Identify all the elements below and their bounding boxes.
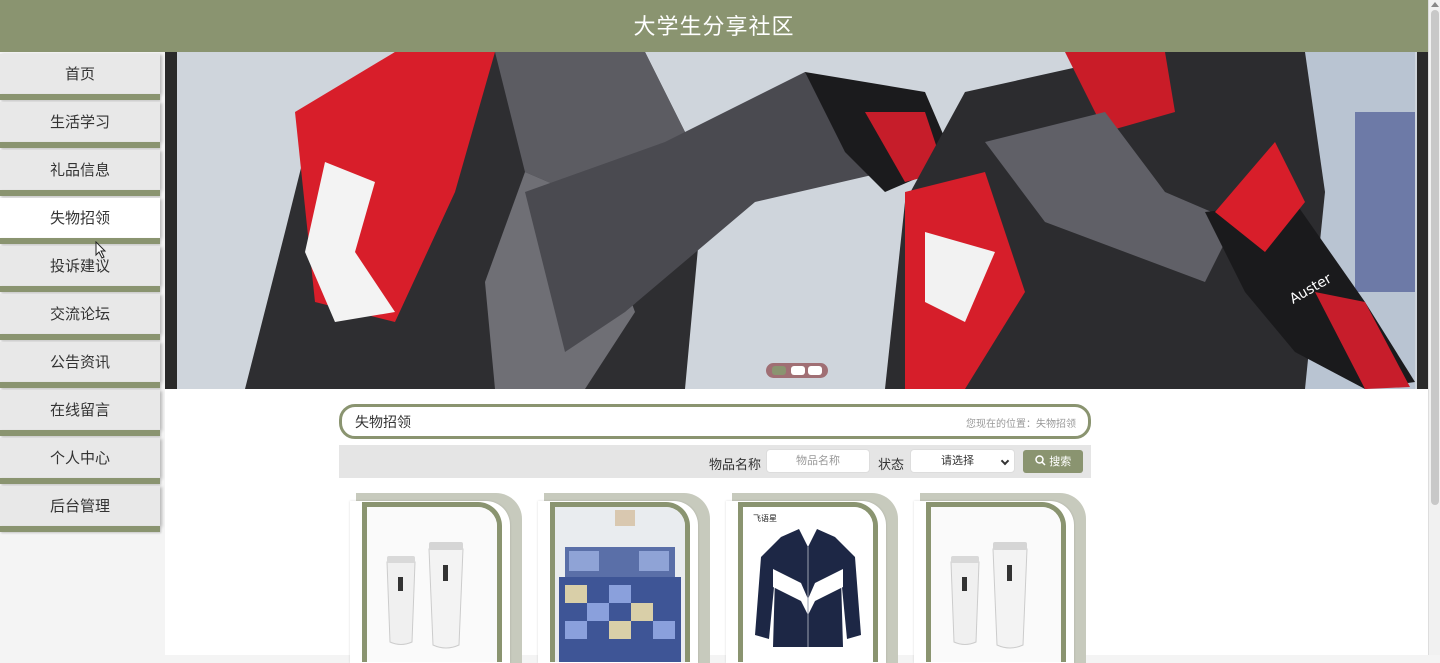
chevron-down-icon (1000, 456, 1010, 466)
site-title: 大学生分享社区 (633, 15, 795, 40)
carousel-dot-1[interactable] (772, 366, 786, 375)
sidebar-item-label[interactable]: 个人中心 (0, 438, 160, 478)
sidebar-item-life-study[interactable]: 生活学习 (0, 102, 160, 150)
sidebar-item-underline (0, 238, 160, 244)
sidebar-item-label[interactable]: 首页 (0, 54, 160, 94)
main-content: Auster 失物招领 您现在的位置：失物招领 物品名称 物品名称 状态 请选择… (165, 52, 1428, 663)
banner-image: Auster (165, 52, 1428, 389)
sidebar-item-messages[interactable]: 在线留言 (0, 390, 160, 438)
sidebar-item-forum[interactable]: 交流论坛 (0, 294, 160, 342)
carousel-indicators (766, 363, 828, 378)
sidebar-item-underline (0, 286, 160, 292)
carousel-dot-2[interactable] (791, 366, 805, 375)
site-header: 大学生分享社区 (0, 0, 1428, 52)
sidebar-item-news[interactable]: 公告资讯 (0, 342, 160, 390)
product-image-frame[interactable]: 飞语星 (738, 502, 878, 662)
tumbler-cups-image (931, 507, 1061, 662)
search-button-label: 搜索 (1049, 455, 1072, 468)
sidebar-item-label[interactable]: 公告资讯 (0, 342, 160, 382)
section-title-bar: 失物招领 您现在的位置：失物招领 (339, 404, 1091, 439)
status-select-value: 请选择 (941, 454, 974, 467)
sidebar-item-profile[interactable]: 个人中心 (0, 438, 160, 486)
status-select[interactable]: 请选择 (910, 449, 1015, 473)
sidebar-item-lost-found[interactable]: 失物招领 (0, 198, 160, 246)
search-button[interactable]: 搜索 (1023, 450, 1083, 473)
sidebar-item-complaints[interactable]: 投诉建议 (0, 246, 160, 294)
sidebar-item-label[interactable]: 礼品信息 (0, 150, 160, 190)
sidebar-item-home[interactable]: 首页 (0, 54, 160, 102)
sidebar-item-underline (0, 334, 160, 340)
sidebar-item-label[interactable]: 失物招领 (0, 198, 160, 238)
sidebar-item-label[interactable]: 在线留言 (0, 390, 160, 430)
product-card[interactable] (538, 493, 710, 663)
product-image-frame[interactable] (926, 502, 1066, 662)
mouse-cursor-icon (95, 241, 107, 259)
page-scrollbar[interactable] (1428, 0, 1440, 655)
sidebar-item-label[interactable]: 后台管理 (0, 486, 160, 526)
sidebar-item-admin[interactable]: 后台管理 (0, 486, 160, 534)
product-card[interactable] (350, 493, 522, 663)
track-jacket-image: 飞语星 (743, 507, 873, 662)
scroll-up-arrow-icon[interactable] (1431, 2, 1439, 7)
sidebar-item-label[interactable]: 交流论坛 (0, 294, 160, 334)
sidebar-item-label[interactable]: 生活学习 (0, 102, 160, 142)
item-name-input[interactable]: 物品名称 (766, 449, 870, 473)
product-image-frame[interactable] (550, 502, 690, 662)
item-name-label: 物品名称 (709, 458, 762, 473)
sidebar-item-underline (0, 526, 160, 532)
tumbler-cups-image (367, 507, 497, 662)
jacket-image-caption: 飞语星 (753, 513, 777, 523)
sidebar-item-underline (0, 382, 160, 388)
sidebar-item-underline (0, 142, 160, 148)
sidebar-item-underline (0, 190, 160, 196)
search-bar: 物品名称 物品名称 状态 请选择 搜索 (339, 445, 1091, 478)
sidebar-item-underline (0, 94, 160, 100)
carousel-dot-3[interactable] (808, 366, 822, 375)
sidebar-nav: 首页 生活学习 礼品信息 失物招领 投诉建议 交流论坛 公告资讯 在线留言 个人… (0, 52, 165, 655)
product-card[interactable]: 飞语星 (726, 493, 898, 663)
sidebar-item-underline (0, 478, 160, 484)
sidebar-item-underline (0, 430, 160, 436)
status-label: 状态 (878, 458, 905, 473)
search-icon (1035, 455, 1046, 466)
bedding-set-image (555, 507, 685, 662)
breadcrumb: 您现在的位置：失物招领 (966, 419, 1076, 430)
product-card[interactable] (914, 493, 1086, 663)
product-image-frame[interactable] (362, 502, 502, 662)
sidebar-item-gift-info[interactable]: 礼品信息 (0, 150, 160, 198)
section-title: 失物招领 (355, 415, 411, 431)
scrollbar-thumb[interactable] (1431, 10, 1439, 505)
banner-carousel[interactable]: Auster (165, 52, 1428, 389)
sidebar-item-label[interactable]: 投诉建议 (0, 246, 160, 286)
